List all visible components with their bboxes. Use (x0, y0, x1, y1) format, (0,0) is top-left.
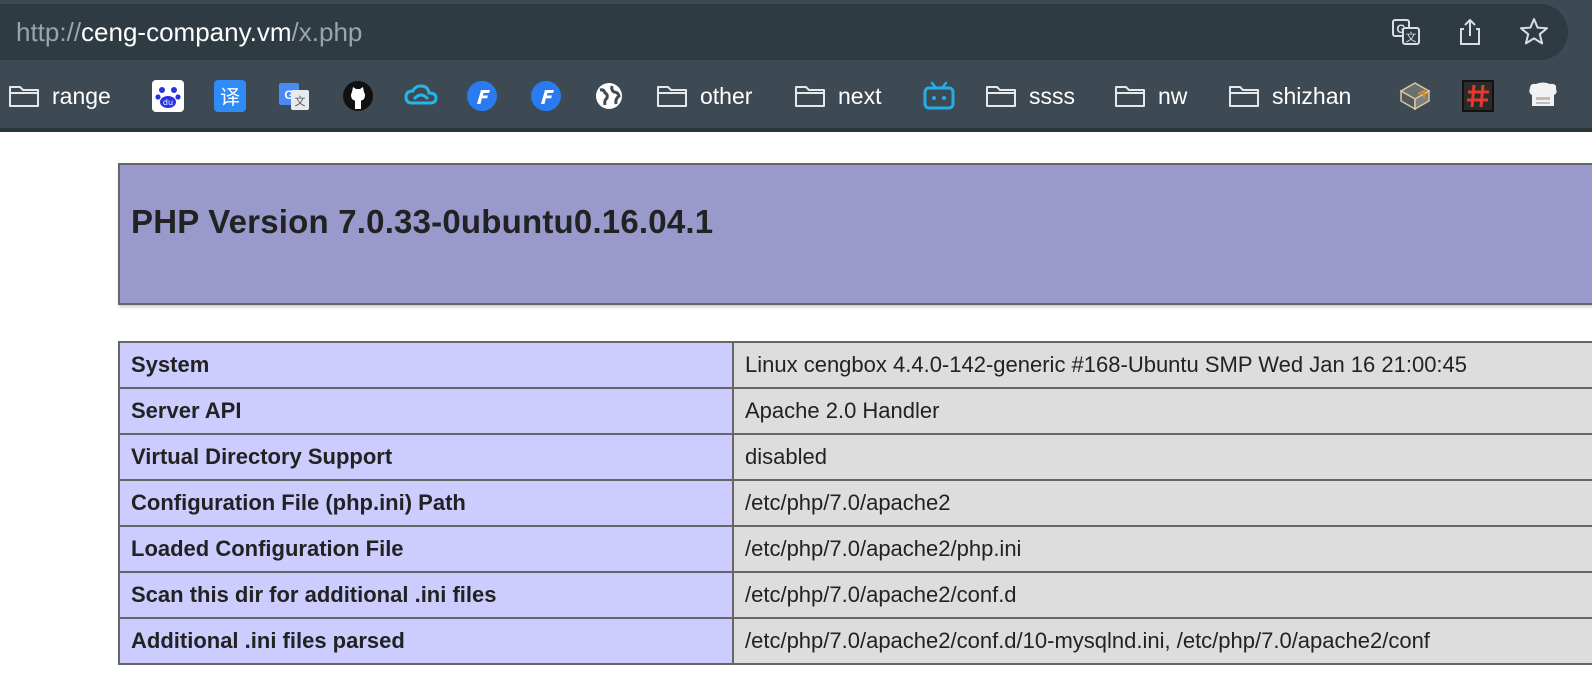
bookmark-folder-ssss[interactable]: ssss (985, 74, 1075, 118)
folder-icon (1228, 83, 1260, 109)
cloud-icon (404, 83, 438, 109)
phpinfo-table: System Linux cengbox 4.4.0-142-generic #1… (118, 341, 1592, 665)
folder-icon (1114, 83, 1146, 109)
row-key: Scan this dir for additional .ini files (118, 571, 734, 619)
globe-icon (594, 81, 624, 111)
bookmark-hash[interactable] (1462, 74, 1494, 118)
row-value: Linux cengbox 4.4.0-142-generic #168-Ubu… (732, 341, 1592, 389)
php-version-title: PHP Version 7.0.33-0ubuntu0.16.04.1 (131, 203, 714, 240)
hash-icon (1462, 80, 1494, 112)
bookmark-baidu[interactable]: du (152, 74, 184, 118)
row-value: /etc/php/7.0/apache2/conf.d/10-mysqlnd.i… (732, 617, 1592, 665)
svg-text:译: 译 (220, 85, 240, 109)
translate-yi-icon: 译 (214, 80, 246, 112)
bookmark-cube[interactable] (1398, 74, 1432, 118)
server-icon (1526, 80, 1560, 112)
table-row: Server API Apache 2.0 Handler (118, 387, 1592, 435)
bookmark-folder-range[interactable]: range (8, 74, 111, 118)
row-key: Configuration File (php.ini) Path (118, 479, 734, 527)
cube-icon (1398, 80, 1432, 112)
url-text[interactable]: http://ceng-company.vm/x.php (16, 17, 362, 47)
google-translate-icon: G文 (278, 80, 310, 112)
folder-icon (8, 83, 40, 109)
github-icon (342, 80, 374, 112)
chrome-divider (0, 128, 1592, 132)
bookmark-cloud[interactable] (404, 74, 438, 118)
svg-text:du: du (163, 98, 173, 107)
bookmark-globe[interactable] (594, 74, 624, 118)
table-row: System Linux cengbox 4.4.0-142-generic #1… (118, 341, 1592, 389)
folder-icon (985, 83, 1017, 109)
phpinfo-page: PHP Version 7.0.33-0ubuntu0.16.04.1 Syst… (118, 163, 1592, 665)
bookmark-folder-other[interactable]: other (656, 74, 752, 118)
bookmark-label: nw (1158, 82, 1188, 109)
row-value: disabled (732, 433, 1592, 481)
bilibili-icon (922, 81, 956, 111)
table-row: Loaded Configuration File/etc/php/7.0/ap… (118, 525, 1592, 573)
url-scheme: http:// (16, 17, 82, 47)
table-row: Additional .ini files parsed/etc/php/7.0… (118, 617, 1592, 665)
svg-text:文: 文 (295, 94, 306, 108)
row-value: /etc/php/7.0/apache2 (732, 479, 1592, 527)
bookmarks-bar: range du 译 G 文 other next ssss nw shizhan (0, 70, 1592, 122)
address-bar-actions: G文 (1388, 14, 1552, 50)
bookmark-label: next (838, 82, 882, 109)
bookmark-label: shizhan (1272, 82, 1352, 109)
url-path: /x.php (291, 17, 363, 47)
bookmark-server[interactable] (1526, 74, 1560, 118)
row-key: Additional .ini files parsed (118, 617, 734, 665)
folder-icon (794, 83, 826, 109)
bookmark-f-logo[interactable] (530, 74, 562, 118)
svg-text:文: 文 (1406, 30, 1417, 44)
table-row: Configuration File (php.ini) Path/etc/ph… (118, 479, 1592, 527)
table-row: Virtual Directory Support disabled (118, 433, 1592, 481)
url-host: ceng-company.vm (81, 17, 292, 47)
bookmark-google-translate[interactable]: G文 (278, 74, 310, 118)
share-icon[interactable] (1452, 14, 1488, 50)
row-key: Virtual Directory Support (118, 433, 734, 481)
bookmark-github[interactable] (342, 74, 374, 118)
bookmark-label: other (700, 82, 753, 109)
bookmark-label: range (52, 82, 111, 109)
table-row: Scan this dir for additional .ini files /… (118, 571, 1592, 619)
row-key: System (118, 341, 734, 389)
address-bar[interactable]: http://ceng-company.vm/x.php G文 (0, 4, 1568, 60)
row-value: Apache 2.0 Handler (732, 387, 1592, 435)
php-version-header: PHP Version 7.0.33-0ubuntu0.16.04.1 (118, 163, 1592, 305)
f-logo-icon (466, 80, 498, 112)
bookmark-folder-shizhan[interactable]: shizhan (1228, 74, 1351, 118)
bookmark-folder-nw[interactable]: nw (1114, 74, 1187, 118)
row-key: Server API (118, 387, 734, 435)
bookmark-star-icon[interactable] (1516, 14, 1552, 50)
browser-chrome: http://ceng-company.vm/x.php G文 range du 译… (0, 0, 1592, 132)
bookmark-translate-yi[interactable]: 译 (214, 74, 246, 118)
row-value: /etc/php/7.0/apache2/conf.d (732, 571, 1592, 619)
bookmark-folder-next[interactable]: next (794, 74, 881, 118)
bookmark-bilibili[interactable] (922, 74, 956, 118)
row-key: Loaded Configuration File (118, 525, 734, 573)
baidu-icon: du (152, 80, 184, 112)
bookmark-label: ssss (1029, 82, 1075, 109)
folder-icon (656, 83, 688, 109)
bookmark-f-logo[interactable] (466, 74, 498, 118)
row-value: /etc/php/7.0/apache2/php.ini (732, 525, 1592, 573)
translate-icon[interactable]: G文 (1388, 14, 1424, 50)
f-logo-icon (530, 80, 562, 112)
